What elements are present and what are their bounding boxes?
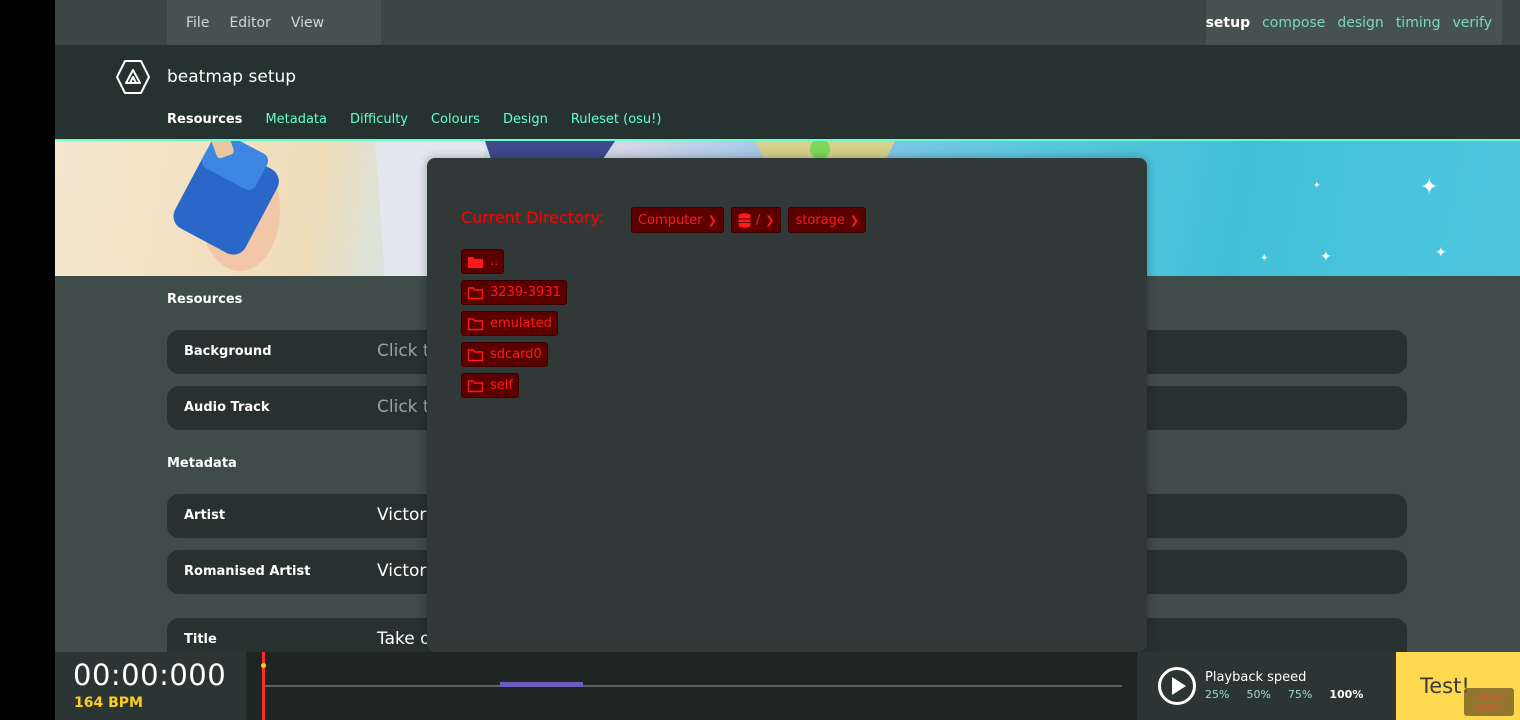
- playback-controls: Playback speed 25% 50% 75% 100%: [1137, 652, 1396, 720]
- breadcrumb-storage[interactable]: storage ❯: [788, 207, 867, 233]
- menu-view[interactable]: View: [291, 15, 324, 31]
- test-button[interactable]: Test! 12ms 181ms: [1396, 652, 1520, 720]
- directory-entry[interactable]: 3239-3931: [461, 280, 567, 305]
- section-title-metadata: Metadata: [167, 456, 237, 471]
- tab-colours[interactable]: Colours: [431, 112, 480, 133]
- timeline-marker: [500, 682, 583, 687]
- breadcrumb-label: Computer: [638, 212, 703, 228]
- directory-listing: .. 3239-3931 emulated sdcard0 self: [461, 249, 567, 404]
- row-label: Audio Track: [184, 400, 270, 415]
- entry-label: emulated: [490, 316, 552, 331]
- mode-design[interactable]: design: [1337, 15, 1383, 31]
- bpm-display: 164 BPM: [74, 695, 143, 711]
- entry-label: self: [490, 378, 513, 393]
- tab-ruleset[interactable]: Ruleset (osu!): [571, 112, 662, 133]
- current-directory-label: Current Directory:: [461, 208, 605, 227]
- page-title: beatmap setup: [167, 67, 297, 87]
- directory-entry[interactable]: emulated: [461, 311, 558, 336]
- chevron-right-icon: ❯: [765, 213, 775, 227]
- breadcrumb-computer[interactable]: Computer ❯: [631, 207, 724, 233]
- directory-entry[interactable]: self: [461, 373, 519, 398]
- speed-25[interactable]: 25%: [1205, 688, 1229, 701]
- frame-time-max: 181ms: [1475, 702, 1503, 711]
- screen-mode-selector: setup compose design timing verify: [1206, 0, 1502, 45]
- row-label: Title: [184, 632, 217, 647]
- time-info[interactable]: 00:00:000 164 BPM: [55, 652, 246, 720]
- playback-speed-label: Playback speed: [1205, 670, 1307, 685]
- mode-timing[interactable]: timing: [1396, 15, 1441, 31]
- breadcrumb-label: /: [755, 212, 761, 228]
- summary-timeline[interactable]: [246, 652, 1137, 720]
- playback-speed-selector: 25% 50% 75% 100%: [1205, 688, 1380, 701]
- entry-label: sdcard0: [490, 347, 542, 362]
- directory-entry[interactable]: sdcard0: [461, 342, 548, 367]
- mode-setup[interactable]: setup: [1206, 15, 1251, 31]
- frame-time: 12ms: [1477, 692, 1501, 701]
- file-selector-dialog: Current Directory: Computer ❯ / ❯ storag…: [427, 158, 1147, 652]
- mode-verify[interactable]: verify: [1452, 15, 1492, 31]
- bottom-bar: 00:00:000 164 BPM Playback speed 25% 50%…: [55, 652, 1520, 720]
- test-button-label: Test!: [1420, 674, 1470, 698]
- sparkle-icon: ✦: [1320, 249, 1332, 265]
- chevron-right-icon: ❯: [707, 213, 717, 227]
- database-icon: [738, 212, 751, 228]
- setup-tabs: Resources Metadata Difficulty Colours De…: [167, 112, 684, 142]
- menu-editor[interactable]: Editor: [229, 15, 270, 31]
- entry-label: 3239-3931: [490, 285, 561, 300]
- main-menu: File Editor View: [167, 0, 381, 45]
- sparkle-icon: ✦: [1260, 253, 1269, 264]
- parent-directory-entry[interactable]: ..: [461, 249, 505, 274]
- tab-difficulty[interactable]: Difficulty: [350, 112, 408, 133]
- row-label: Artist: [184, 508, 226, 523]
- tab-metadata[interactable]: Metadata: [265, 112, 327, 133]
- directory-breadcrumb: Computer ❯ / ❯ storage ❯: [631, 207, 873, 233]
- mode-compose[interactable]: compose: [1262, 15, 1325, 31]
- tab-design[interactable]: Design: [503, 112, 548, 133]
- menu-bar: File Editor View setup compose design ti…: [55, 0, 1520, 45]
- sparkle-icon: ✦: [1420, 175, 1439, 200]
- folder-icon: [467, 379, 484, 392]
- entry-label: ..: [490, 254, 499, 269]
- speed-75[interactable]: 75%: [1288, 688, 1312, 701]
- fps-counter: 12ms 181ms: [1464, 688, 1514, 716]
- sparkle-icon: ✦: [1435, 245, 1447, 261]
- current-time: 00:00:000: [73, 658, 227, 692]
- background-file-field[interactable]: Click t: [377, 341, 430, 361]
- timeline-track: [264, 685, 1122, 687]
- romanised-artist-input[interactable]: Victor: [377, 561, 426, 581]
- folder-filled-icon: [468, 256, 483, 268]
- title-input[interactable]: Take o: [377, 629, 431, 649]
- speed-50[interactable]: 50%: [1246, 688, 1270, 701]
- row-label: Background: [184, 344, 272, 359]
- folder-icon: [467, 317, 484, 330]
- tab-resources[interactable]: Resources: [167, 112, 243, 142]
- playhead-marker: [261, 663, 266, 668]
- sparkle-icon: ✦: [1313, 181, 1321, 191]
- play-icon[interactable]: [1157, 666, 1197, 706]
- speed-100[interactable]: 100%: [1329, 688, 1363, 701]
- menu-file[interactable]: File: [186, 15, 209, 31]
- section-title-resources: Resources: [167, 292, 243, 307]
- folder-icon: [467, 348, 484, 361]
- setup-logo-icon: [116, 60, 150, 94]
- artist-input[interactable]: Victor: [377, 505, 426, 525]
- breadcrumb-root[interactable]: / ❯: [730, 207, 782, 233]
- folder-icon: [467, 286, 484, 299]
- breadcrumb-label: storage: [795, 212, 845, 228]
- chevron-right-icon: ❯: [849, 213, 860, 227]
- row-label: Romanised Artist: [184, 564, 311, 579]
- audio-file-field[interactable]: Click t: [377, 397, 430, 417]
- editor-window: File Editor View setup compose design ti…: [55, 0, 1520, 720]
- setup-header: beatmap setup Resources Metadata Difficu…: [55, 45, 1520, 142]
